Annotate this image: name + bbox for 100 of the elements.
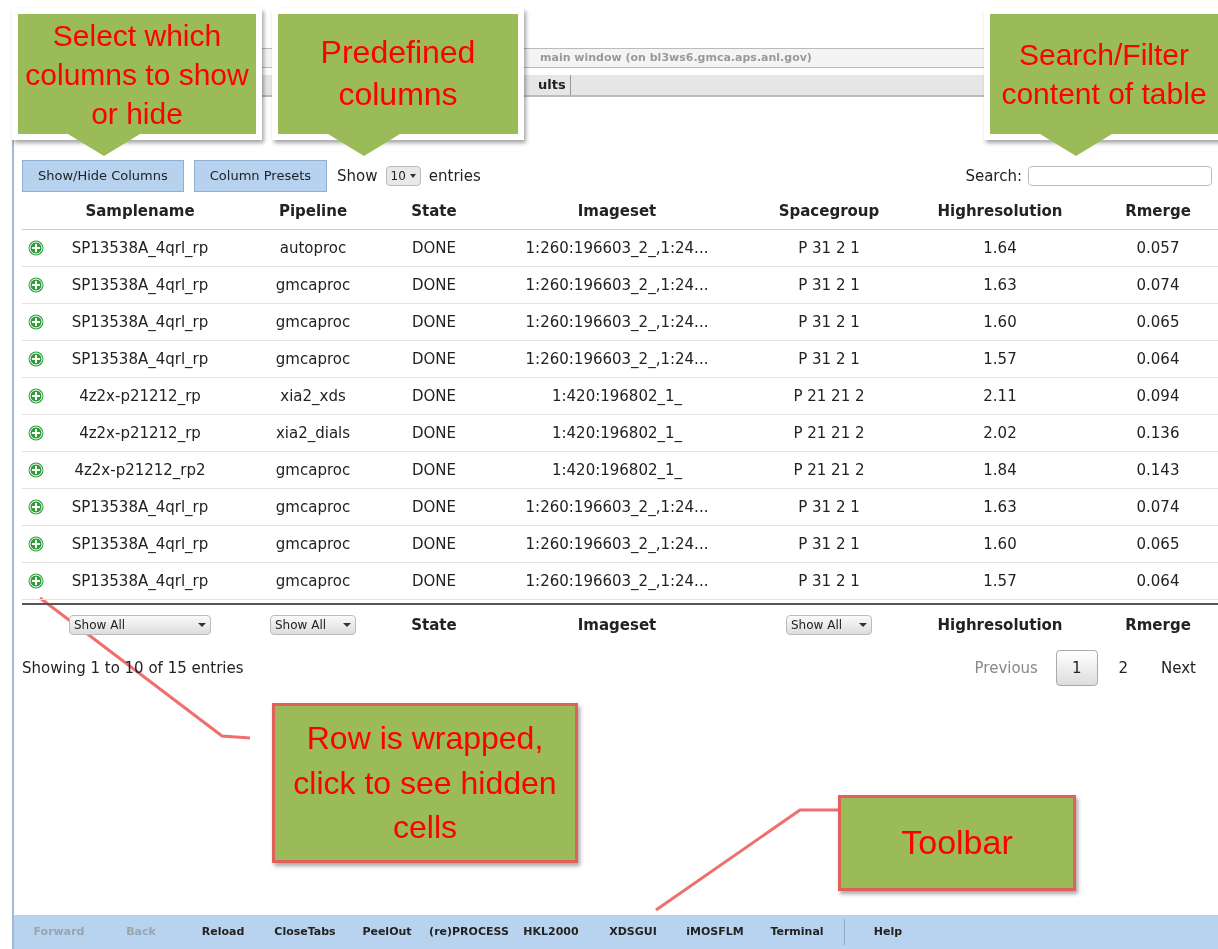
expand-icon[interactable] xyxy=(28,573,44,589)
column-header[interactable]: Imageset xyxy=(472,199,762,223)
table-cell-text: 0.065 xyxy=(1135,533,1181,555)
page-button[interactable]: 1 xyxy=(1055,650,1098,686)
table-cell-text: 1.84 xyxy=(982,459,1018,481)
table-cell-text: 0.136 xyxy=(1135,422,1181,444)
pagination-link[interactable]: Next xyxy=(1149,650,1208,686)
table-cell-text: 0.065 xyxy=(1135,311,1181,333)
page-button[interactable]: 2 xyxy=(1103,650,1144,686)
toolbar-button[interactable]: Terminal xyxy=(756,923,838,941)
filter-select[interactable]: Show All xyxy=(270,615,356,635)
table-cell-text: 4z2x-p21212_rp xyxy=(78,422,202,444)
table-cell-text: 0.143 xyxy=(1135,459,1181,481)
column-footer: Rmerge xyxy=(1104,613,1212,637)
expand-icon[interactable] xyxy=(28,277,44,293)
column-header[interactable]: Pipeline xyxy=(230,199,396,223)
table-cell-text: P 31 2 1 xyxy=(797,348,861,370)
table-cell-text: SP13538A_4qrl_rp xyxy=(70,311,210,333)
table-cell-text: DONE xyxy=(410,422,458,444)
table-cell-text: gmcaproc xyxy=(274,533,352,555)
table-cell-text: 1.64 xyxy=(982,237,1018,259)
toolbar-button[interactable]: Help xyxy=(847,923,929,941)
expand-icon[interactable] xyxy=(28,240,44,256)
column-header[interactable]: Spacegroup xyxy=(762,199,896,223)
callout: Toolbar xyxy=(838,795,1076,891)
table-cell-text: P 31 2 1 xyxy=(797,274,861,296)
table-cell-text: 4z2x-p21212_rp xyxy=(78,385,202,407)
length-label: Show xyxy=(337,165,378,187)
table-cell-text: 1.63 xyxy=(982,274,1018,296)
table-cell-text: DONE xyxy=(410,237,458,259)
table-cell-text: 2.02 xyxy=(982,422,1018,444)
tab[interactable]: ults xyxy=(534,75,571,95)
expand-icon[interactable] xyxy=(28,388,44,404)
search-field[interactable] xyxy=(1028,166,1212,186)
expand-icon[interactable] xyxy=(28,314,44,330)
table-cell-text: xia2_dials xyxy=(274,422,352,444)
expand-icon[interactable] xyxy=(28,351,44,367)
table-cell-text: 1:260:196603_2_,1:24... xyxy=(524,311,710,333)
table-cell-text: gmcaproc xyxy=(274,274,352,296)
table-cell-text: 1:260:196603_2_,1:24... xyxy=(524,274,710,296)
table-cell-text: gmcaproc xyxy=(274,496,352,518)
table-cell-text: P 21 21 2 xyxy=(792,385,866,407)
table-cell-text: 1.63 xyxy=(982,496,1018,518)
table-cell-text: 0.074 xyxy=(1135,274,1181,296)
toolbar-button[interactable]: Show/Hide Columns xyxy=(22,160,184,192)
toolbar-button[interactable]: XDSGUI xyxy=(592,923,674,941)
column-footer: Highresolution xyxy=(896,613,1104,637)
table-cell-text: SP13538A_4qrl_rp xyxy=(70,570,210,592)
toolbar-button[interactable]: PeelOut xyxy=(346,923,428,941)
table-cell-text: 1:420:196802_1_ xyxy=(550,385,684,407)
toolbar-button[interactable]: HKL2000 xyxy=(510,923,592,941)
table-cell-text: 2.11 xyxy=(982,385,1018,407)
expand-icon[interactable] xyxy=(28,499,44,515)
table-cell-text: P 21 21 2 xyxy=(792,422,866,444)
length-label: entries xyxy=(428,165,481,187)
column-footer: State xyxy=(396,613,472,637)
table-cell-text: DONE xyxy=(410,385,458,407)
table-cell-text: 1:260:196603_2_,1:24... xyxy=(524,237,710,259)
filter-select[interactable]: Show All xyxy=(69,615,211,635)
table-cell-text: DONE xyxy=(410,533,458,555)
caret-icon xyxy=(343,623,351,627)
toolbar-button[interactable]: Column Presets xyxy=(193,160,328,192)
filter-select[interactable]: Show All xyxy=(786,615,872,635)
toolbar-button[interactable]: CloseTabs xyxy=(264,923,346,941)
table-cell-text: 1:260:196603_2_,1:24... xyxy=(524,496,710,518)
table-cell-text: P 31 2 1 xyxy=(797,533,861,555)
table-cell-text: 1.60 xyxy=(982,311,1018,333)
table-cell-text: DONE xyxy=(410,459,458,481)
callout-pointer xyxy=(68,134,140,156)
page-length-select[interactable]: 10 xyxy=(385,166,421,186)
toolbar-button[interactable]: iMOSFLM xyxy=(674,923,756,941)
table-cell-text: 0.057 xyxy=(1135,237,1181,259)
table-cell-text: SP13538A_4qrl_rp xyxy=(70,274,210,296)
expand-icon[interactable] xyxy=(28,462,44,478)
table-cell-text: P 31 2 1 xyxy=(797,570,861,592)
column-header[interactable]: Highresolution xyxy=(896,199,1104,223)
callout-pointer xyxy=(328,134,400,156)
table-cell-text: DONE xyxy=(410,311,458,333)
toolbar-button[interactable]: (re)PROCESS xyxy=(428,923,510,941)
table-cell-text: 0.064 xyxy=(1135,570,1181,592)
table-cell-text: P 31 2 1 xyxy=(797,311,861,333)
column-header[interactable]: Samplename xyxy=(50,199,230,223)
expand-icon[interactable] xyxy=(28,536,44,552)
table-cell-text: 1.57 xyxy=(982,348,1018,370)
column-header[interactable]: State xyxy=(396,199,472,223)
table-cell-text: SP13538A_4qrl_rp xyxy=(70,533,210,555)
table-cell-text: 1.57 xyxy=(982,570,1018,592)
column-header[interactable]: Rmerge xyxy=(1104,199,1212,223)
table-cell-text: DONE xyxy=(410,496,458,518)
callout: Row is wrapped, click to see hidden cells xyxy=(272,703,578,863)
table-cell-text: gmcaproc xyxy=(274,459,352,481)
expand-icon[interactable] xyxy=(28,425,44,441)
toolbar-button[interactable]: Reload xyxy=(182,923,264,941)
callout-pointer xyxy=(1040,134,1112,156)
table-cell-text: 1:260:196603_2_,1:24... xyxy=(524,570,710,592)
caret-icon xyxy=(198,623,206,627)
table-cell-text: P 21 21 2 xyxy=(792,459,866,481)
table-cell-text: 1:420:196802_1_ xyxy=(550,422,684,444)
table-cell-text: P 31 2 1 xyxy=(797,496,861,518)
table-cell-text: 1:260:196603_2_,1:24... xyxy=(524,533,710,555)
